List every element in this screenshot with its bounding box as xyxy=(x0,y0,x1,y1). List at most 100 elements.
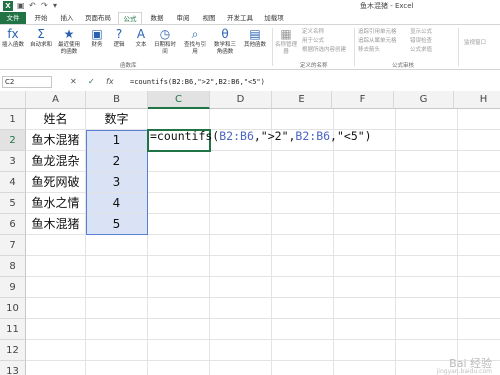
tab-home[interactable]: 开始 xyxy=(30,12,52,24)
cell-b3[interactable]: 2 xyxy=(86,151,148,172)
cell-a1[interactable]: 姓名 xyxy=(26,109,86,130)
cell-c2-formula-edit[interactable]: =countifs(B2:B6,">2",B2:B6,"<5") xyxy=(150,126,372,147)
confirm-icon[interactable]: ✓ xyxy=(88,76,95,88)
watermark-url: jingyan.baidu.com xyxy=(436,368,492,375)
text-icon: A xyxy=(136,27,146,41)
select-all-corner[interactable] xyxy=(0,91,26,109)
recently-used-button[interactable]: ★ 最近使用的函数 xyxy=(56,27,82,56)
tab-review[interactable]: 审阅 xyxy=(172,12,194,24)
more-functions-button[interactable]: ▤ 其他函数 xyxy=(242,27,268,49)
ribbon-separator xyxy=(272,28,273,66)
sum-icon: Σ xyxy=(37,27,45,41)
fx-icon: fx xyxy=(7,27,19,41)
row-header[interactable]: 6 xyxy=(0,214,26,235)
name-box[interactable]: C2 xyxy=(2,76,52,88)
redo-icon[interactable]: ↷ xyxy=(41,1,48,11)
financial-label: 财务 xyxy=(91,42,103,48)
row-header[interactable]: 5 xyxy=(0,193,26,214)
row-header[interactable]: 1 xyxy=(0,109,26,130)
name-manager-icon: ▦ xyxy=(280,27,292,41)
math-trig-label: 数学和三角函数 xyxy=(213,42,236,55)
use-in-formula-button[interactable]: 用于公式 xyxy=(302,37,324,45)
column-header-d[interactable]: D xyxy=(210,91,272,109)
tab-file[interactable]: 文件 xyxy=(0,12,26,24)
lookup-reference-button[interactable]: ⌕ 查找与引用 xyxy=(182,27,208,56)
insert-function-fx-icon[interactable]: fx xyxy=(106,76,114,88)
recently-used-label: 最近使用的函数 xyxy=(57,42,80,55)
autosum-button[interactable]: Σ 自动求和 xyxy=(30,27,52,49)
cell-b5[interactable]: 4 xyxy=(86,193,148,214)
save-icon[interactable]: ▣ xyxy=(17,1,25,11)
cell-a6[interactable]: 鱼木混猪 xyxy=(26,214,86,235)
finance-icon: ▣ xyxy=(91,27,103,41)
row-header[interactable]: 13 xyxy=(0,361,26,375)
logical-label: 逻辑 xyxy=(113,42,125,48)
cancel-icon[interactable]: ✕ xyxy=(70,76,77,88)
tab-developer[interactable]: 开发工具 xyxy=(224,12,256,24)
evaluate-formula-button[interactable]: 公式求值 xyxy=(410,46,432,54)
logical-button[interactable]: ? 逻辑 xyxy=(108,27,130,49)
tab-page-layout[interactable]: 页面布局 xyxy=(82,12,114,24)
ribbon-separator xyxy=(458,28,459,66)
column-header-e[interactable]: E xyxy=(272,91,332,109)
date-icon: ◷ xyxy=(159,27,171,41)
column-header-f[interactable]: F xyxy=(332,91,394,109)
undo-icon[interactable]: ↶ xyxy=(29,1,36,11)
column-header-c[interactable]: C xyxy=(148,91,210,109)
column-header-h[interactable]: H xyxy=(454,91,500,109)
title-bar: X ▣ ↶ ↷ ▾ 鱼木混猪 - Excel xyxy=(0,0,500,12)
tab-formulas[interactable]: 公式 xyxy=(118,12,142,24)
cell-a5[interactable]: 鱼水之情 xyxy=(26,193,86,214)
define-name-button[interactable]: 定义名称 xyxy=(302,28,324,36)
more-functions-icon: ▤ xyxy=(249,27,261,41)
row-header[interactable]: 12 xyxy=(0,340,26,361)
lookup-reference-label: 查找与引用 xyxy=(183,42,206,55)
remove-arrows-button[interactable]: 移去箭头 xyxy=(358,46,380,54)
column-header-g[interactable]: G xyxy=(394,91,454,109)
cell-b6[interactable]: 5 xyxy=(86,214,148,235)
cell-a3[interactable]: 鱼龙混杂 xyxy=(26,151,86,172)
name-manager-label: 名称管理器 xyxy=(274,42,297,55)
formula-suffix: ,"<5") xyxy=(330,129,372,143)
trace-precedents-button[interactable]: 追踪引用单元格 xyxy=(358,28,397,36)
cell-b2[interactable]: 1 xyxy=(86,130,148,151)
row-header[interactable]: 7 xyxy=(0,235,26,256)
insert-function-label: 插入函数 xyxy=(2,42,25,48)
customize-qat-icon[interactable]: ▾ xyxy=(53,1,57,11)
autosum-label: 自动求和 xyxy=(30,42,53,48)
cell-a4[interactable]: 鱼死网破 xyxy=(26,172,86,193)
column-header-b[interactable]: B xyxy=(86,91,148,109)
date-time-label: 日期和时间 xyxy=(153,42,176,55)
tab-addins[interactable]: 加载项 xyxy=(260,12,288,24)
row-header[interactable]: 8 xyxy=(0,256,26,277)
row-header[interactable]: 2 xyxy=(0,130,26,151)
row-header[interactable]: 9 xyxy=(0,277,26,298)
watch-window-button[interactable]: 监视窗口 xyxy=(464,39,486,47)
text-button[interactable]: A 文本 xyxy=(130,27,152,49)
tab-insert[interactable]: 插入 xyxy=(56,12,78,24)
tab-data[interactable]: 数据 xyxy=(146,12,168,24)
row-header[interactable]: 4 xyxy=(0,172,26,193)
cell-a2[interactable]: 鱼木混猪 xyxy=(26,130,86,151)
financial-button[interactable]: ▣ 财务 xyxy=(86,27,108,49)
tab-view[interactable]: 视图 xyxy=(198,12,220,24)
row-header[interactable]: 10 xyxy=(0,298,26,319)
trace-dependents-button[interactable]: 追踪从属单元格 xyxy=(358,37,397,45)
column-header-a[interactable]: A xyxy=(26,91,86,109)
create-from-selection-button[interactable]: 根据所选内容创建 xyxy=(302,46,346,54)
math-trig-button[interactable]: θ 数学和三角函数 xyxy=(212,27,238,56)
row-header[interactable]: 3 xyxy=(0,151,26,172)
formula-input[interactable]: =countifs(B2:B6,">2",B2:B6,"<5") xyxy=(128,76,496,88)
cell-b4[interactable]: 3 xyxy=(86,172,148,193)
row-header[interactable]: 11 xyxy=(0,319,26,340)
defined-names-group-label: 定义的名称 xyxy=(300,63,328,69)
show-formulas-button[interactable]: 显示公式 xyxy=(410,28,432,36)
insert-function-button[interactable]: fx 插入函数 xyxy=(2,27,24,49)
cell-b1[interactable]: 数字 xyxy=(86,109,148,130)
date-time-button[interactable]: ◷ 日期和时间 xyxy=(152,27,178,56)
excel-logo-icon: X xyxy=(3,1,13,11)
name-manager-button[interactable]: ▦ 名称管理器 xyxy=(274,27,298,56)
math-icon: θ xyxy=(221,27,229,41)
error-checking-button[interactable]: 错误检查 xyxy=(410,37,432,45)
ribbon-separator xyxy=(354,28,355,66)
